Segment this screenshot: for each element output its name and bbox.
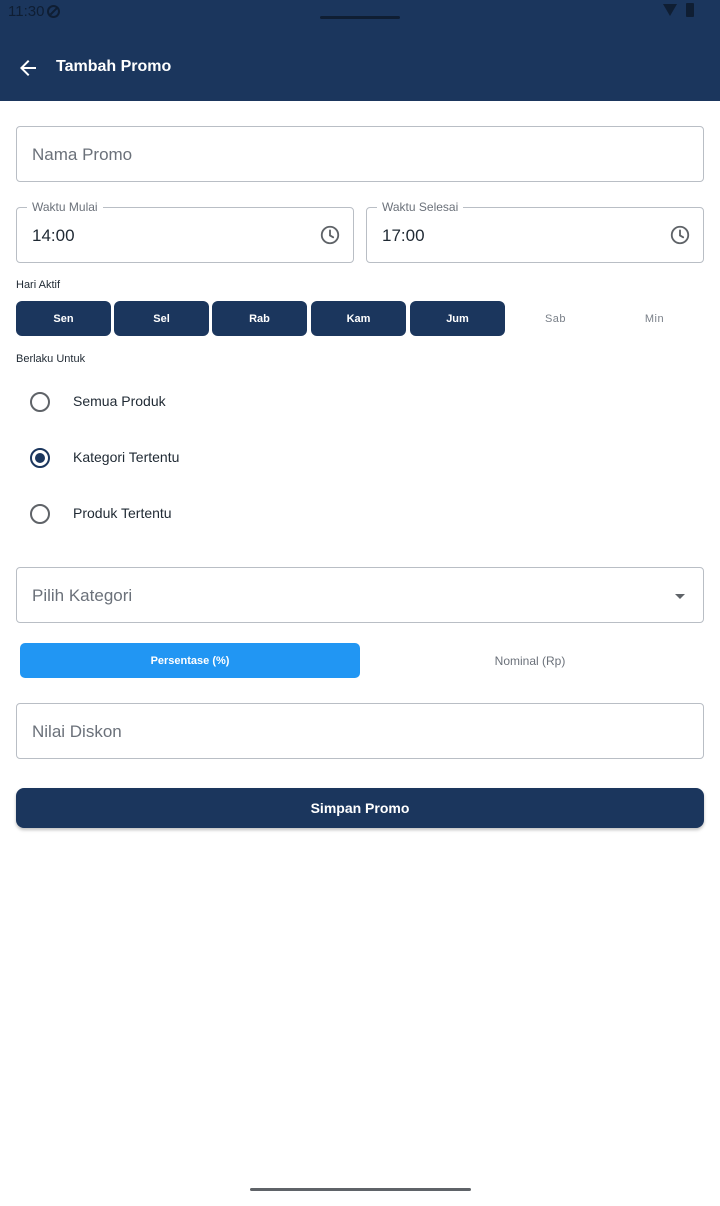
day-chip-rab[interactable]: Rab (212, 301, 307, 336)
day-chip-kam[interactable]: Kam (311, 301, 406, 336)
save-promo-button[interactable]: Simpan Promo (16, 788, 704, 828)
radio-label: Semua Produk (73, 393, 166, 409)
discount-value-input[interactable]: Nilai Diskon (16, 703, 704, 759)
start-time-label: Waktu Mulai (27, 200, 103, 214)
end-time-value: 17:00 (382, 226, 425, 245)
status-bar: 11:30 (0, 0, 720, 26)
radio-produk-tertentu[interactable]: Produk Tertentu (16, 492, 704, 536)
dnd-icon (47, 5, 60, 18)
clock-icon[interactable] (319, 224, 341, 246)
page-title: Tambah Promo (56, 58, 172, 75)
arrow-left-icon[interactable] (16, 56, 40, 80)
radio-kategori-tertentu[interactable]: Kategori Tertentu (16, 436, 704, 480)
discount-value-placeholder: Nilai Diskon (32, 722, 122, 741)
applies-to-label: Berlaku Untuk (16, 353, 86, 365)
promo-name-placeholder: Nama Promo (32, 145, 133, 164)
radio-semua-produk[interactable]: Semua Produk (16, 380, 704, 424)
radio-button[interactable] (30, 504, 50, 524)
day-chip-sel[interactable]: Sel (114, 301, 209, 336)
app-bar: 11:30 Tambah Promo (0, 0, 720, 101)
home-indicator[interactable] (250, 1188, 471, 1191)
day-chip-sen[interactable]: Sen (16, 301, 111, 336)
category-dropdown[interactable]: Pilih Kategori (16, 567, 704, 623)
battery-icon (686, 3, 694, 17)
camera-notch (320, 16, 400, 19)
caret-down-icon (675, 594, 685, 599)
active-days-label: Hari Aktif (16, 279, 61, 291)
day-chip-sab[interactable]: Sab (508, 301, 603, 336)
category-placeholder: Pilih Kategori (32, 586, 133, 605)
start-time-value: 14:00 (32, 226, 75, 245)
discount-type-percent[interactable]: Persentase (%) (20, 643, 360, 678)
discount-type-nominal[interactable]: Nominal (Rp) (360, 643, 700, 678)
day-chip-jum[interactable]: Jum (410, 301, 505, 336)
clock-icon[interactable] (669, 224, 691, 246)
start-time-field[interactable]: Waktu Mulai 14:00 (16, 200, 354, 263)
radio-label: Kategori Tertentu (73, 449, 180, 465)
end-time-field[interactable]: Waktu Selesai 17:00 (366, 200, 704, 263)
radio-button[interactable] (30, 392, 50, 412)
end-time-label: Waktu Selesai (377, 200, 464, 214)
radio-button[interactable] (30, 448, 50, 468)
status-time: 11:30 (8, 3, 45, 20)
day-chip-min[interactable]: Min (607, 301, 702, 336)
wifi-icon (663, 4, 677, 16)
radio-label: Produk Tertentu (73, 505, 172, 521)
promo-name-input[interactable]: Nama Promo (16, 126, 704, 182)
